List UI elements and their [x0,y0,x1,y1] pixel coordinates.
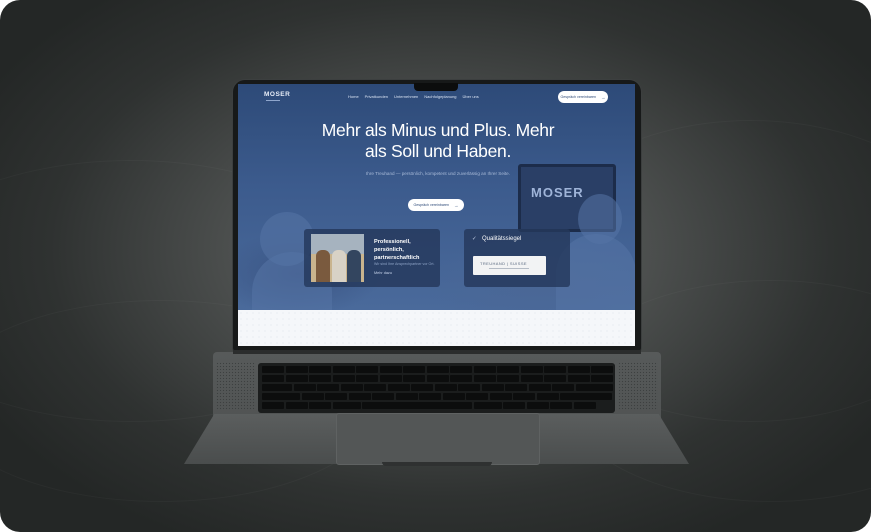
laptop-screen: MOSER MOSER Home Privatkunden Unternehme… [238,84,635,346]
speaker-grill-right [618,362,658,410]
nav-cta-label: Gespräch vereinbaren [560,95,597,99]
team-photo [311,234,364,282]
about-card: Professionell, persönlich, partnerschaft… [304,229,440,287]
hero-subline: Ihre Treuhand — persönlich, kompetent un… [365,171,511,176]
nav-link-nachfolgeplanung[interactable]: Nachfolgeplanung [424,94,456,99]
hero-section: MOSER MOSER Home Privatkunden Unternehme… [238,84,635,312]
hero-cta-label: Gespräch vereinbaren [413,203,450,207]
treuhand-suisse-badge[interactable]: TREUHAND | SUISSE [473,256,546,275]
camera-notch [414,83,458,91]
hero-headline: Mehr als Minus und Plus. Mehr als Soll u… [321,120,555,161]
nav-link-home[interactable]: Home [348,94,359,99]
laptop-front-notch [382,462,492,466]
quality-card-title: Qualitätssiegel [482,236,522,242]
site-logo[interactable]: MOSER [264,91,290,98]
logo-underline [266,100,280,101]
nav-link-unternehmen[interactable]: Unternehmen [394,94,418,99]
quality-card: ✓ Qualitätssiegel TREUHAND | SUISSE [464,229,570,287]
nav-cta-button[interactable]: Gespräch vereinbaren → [558,91,608,103]
hero-photo-screen-text: MOSER [531,185,584,200]
arrow-right-icon: → [454,202,459,208]
nav-link-ueber-uns[interactable]: Über uns [463,94,479,99]
check-icon: ✓ [472,236,477,242]
arrow-right-icon: → [601,94,606,100]
trackpad [336,413,540,465]
nav-link-privatkunden[interactable]: Privatkunden [365,94,388,99]
laptop-hinge [233,350,641,354]
keyboard [258,363,615,413]
about-card-link[interactable]: Mehr dazu [374,271,392,275]
nav-links: Home Privatkunden Unternehmen Nachfolgep… [348,94,479,99]
about-card-text: Wir sind Ihre Ansprechpartner vor Ort. [374,262,435,266]
product-mockup-scene: MOSER MOSER Home Privatkunden Unternehme… [0,0,871,532]
about-card-title: Professionell, persönlich, partnerschaft… [374,239,420,261]
speaker-grill-left [216,362,256,410]
next-section [238,310,635,346]
hero-cta-button[interactable]: Gespräch vereinbaren → [408,199,464,211]
badge-label: TREUHAND | SUISSE [480,261,527,266]
